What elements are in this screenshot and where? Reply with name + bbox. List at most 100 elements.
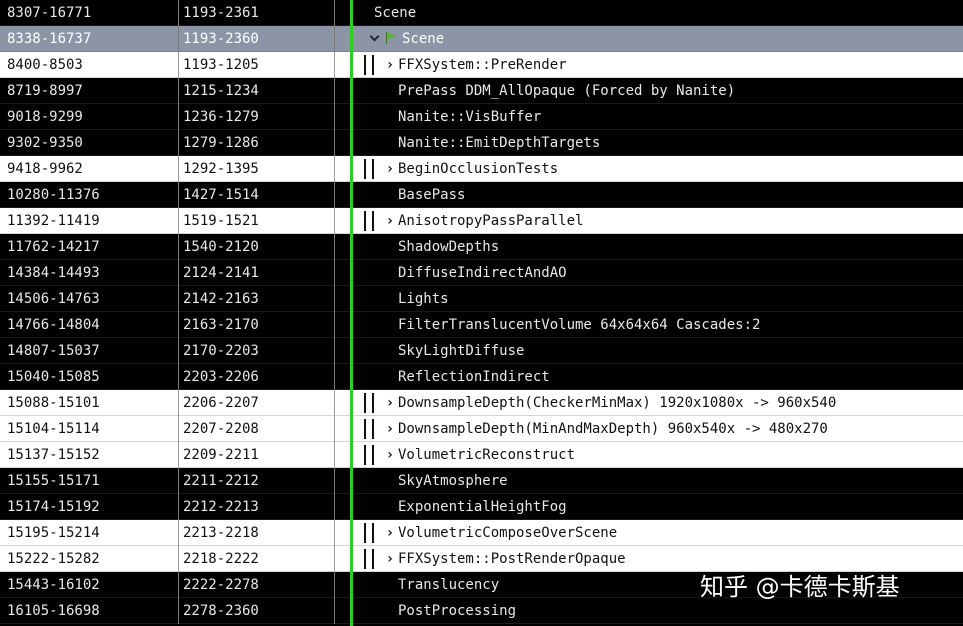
event-name: ExponentialHeightFog <box>398 494 963 520</box>
event-range-cell: 15174-15192 <box>0 494 179 520</box>
event-name-label: Lights <box>398 291 449 307</box>
event-name-label: DownsampleDepth(CheckerMinMax) 1920x1080… <box>398 395 837 411</box>
tree-row[interactable]: 14384-14493 2124-2141 DiffuseIndirectAndAO <box>0 260 963 286</box>
tree-row[interactable]: 9418-9962 1292-1395 › BeginOcclusionTests <box>0 156 963 182</box>
event-name-label: DiffuseIndirectAndAO <box>398 265 567 281</box>
event-range-cell: 15155-15171 <box>0 468 179 494</box>
tree-row[interactable]: 15040-15085 2203-2206 ReflectionIndirect <box>0 364 963 390</box>
tree-row[interactable]: 8719-8997 1215-1234 PrePass DDM_AllOpaque … <box>0 78 963 104</box>
event-name-label: ReflectionIndirect <box>398 369 550 385</box>
event-range-cell: 9418-9962 <box>0 156 179 182</box>
tree-row[interactable]: 11392-11419 1519-1521 › AnisotropyPassParal… <box>0 208 963 234</box>
draw-range-cell: 1215-1234 <box>179 78 335 104</box>
event-name: Nanite::VisBuffer <box>398 104 963 130</box>
event-name-label: VolumetricComposeOverScene <box>398 525 618 541</box>
event-name: ReflectionIndirect <box>398 364 963 390</box>
expand-arrow-icon[interactable]: › <box>385 52 395 78</box>
event-range-cell: 15195-15214 <box>0 520 179 546</box>
tree-row[interactable]: 14506-14763 2142-2163 Lights <box>0 286 963 312</box>
tree-row[interactable]: 14766-14804 2163-2170 FilterTranslucentVol… <box>0 312 963 338</box>
draw-range-cell: 1193-2361 <box>179 0 335 26</box>
timeline-marker-line <box>350 0 353 626</box>
event-name: › FFXSystem::PreRender <box>385 52 963 78</box>
expand-arrow-icon[interactable]: › <box>385 390 395 416</box>
expand-arrow-icon[interactable]: › <box>385 416 395 442</box>
event-name: Nanite::EmitDepthTargets <box>398 130 963 156</box>
event-name: › DownsampleDepth(CheckerMinMax) 1920x108… <box>385 390 963 416</box>
expand-arrow-icon[interactable]: › <box>385 520 395 546</box>
event-name-label: SkyLightDiffuse <box>398 343 525 359</box>
event-name-label: AnisotropyPassParallel <box>398 213 584 229</box>
tree-row[interactable]: 15104-15114 2207-2208 › DownsampleDepth(Min… <box>0 416 963 442</box>
tree-guide-bars <box>364 211 376 231</box>
tree-row[interactable]: 15088-15101 2206-2207 › DownsampleDepth(Che… <box>0 390 963 416</box>
event-name-label: Scene <box>374 5 417 21</box>
event-range-cell: 15222-15282 <box>0 546 179 572</box>
event-name-label: DownsampleDepth(MinAndMaxDepth) 960x540x… <box>398 421 828 437</box>
event-range-cell: 9302-9350 <box>0 130 179 156</box>
event-name-label: FilterTranslucentVolume 64x64x64 Cascade… <box>398 317 761 333</box>
tree-row[interactable]: 8307-16771 1193-2361 Scene <box>0 0 963 26</box>
tree-row[interactable]: 15137-15152 2209-2211 › VolumetricReconstru… <box>0 442 963 468</box>
event-name-label: FFXSystem::PreRender <box>398 57 567 73</box>
tree-row[interactable]: 15195-15214 2213-2218 › VolumetricComposeOv… <box>0 520 963 546</box>
event-range-cell: 11762-14217 <box>0 234 179 260</box>
event-name-label: ShadowDepths <box>398 239 500 255</box>
event-range-cell: 15040-15085 <box>0 364 179 390</box>
tree-row[interactable]: 15155-15171 2211-2212 SkyAtmosphere <box>0 468 963 494</box>
tree-row[interactable]: 15174-15192 2212-2213 ExponentialHeightFog <box>0 494 963 520</box>
draw-range-cell: 2142-2163 <box>179 286 335 312</box>
event-range-cell: 9018-9299 <box>0 104 179 130</box>
tree-guide-bars <box>364 523 376 543</box>
tree-row[interactable]: 9018-9299 1236-1279 Nanite::VisBuffer <box>0 104 963 130</box>
event-tree-view[interactable]: 8307-16771 1193-2361 Scene 8338-16737 1193-2… <box>0 0 963 626</box>
draw-range-cell: 2222-2278 <box>179 572 335 598</box>
tree-guide-bars <box>364 419 376 439</box>
draw-range-cell: 2211-2212 <box>179 468 335 494</box>
event-name: Scene <box>374 0 963 26</box>
draw-range-cell: 2124-2141 <box>179 260 335 286</box>
event-range-cell: 11392-11419 <box>0 208 179 234</box>
tree-row[interactable]: 10280-11376 1427-1514 BasePass <box>0 182 963 208</box>
event-range-cell: 15088-15101 <box>0 390 179 416</box>
tree-row[interactable]: 14807-15037 2170-2203 SkyLightDiffuse <box>0 338 963 364</box>
tree-row[interactable]: 8338-16737 1193-2360 Scene <box>0 26 963 52</box>
event-name: SkyAtmosphere <box>398 468 963 494</box>
tree-row[interactable]: 11762-14217 1540-2120 ShadowDepths <box>0 234 963 260</box>
event-name-label: BasePass <box>398 187 466 203</box>
expand-arrow-icon[interactable]: › <box>385 546 395 572</box>
event-name-label: PrePass DDM_AllOpaque (Forced by Nanite) <box>398 83 736 99</box>
event-range-cell: 10280-11376 <box>0 182 179 208</box>
expand-arrow-icon[interactable]: › <box>385 442 395 468</box>
draw-range-cell: 2218-2222 <box>179 546 335 572</box>
event-name-label: VolumetricReconstruct <box>398 447 576 463</box>
event-range-cell: 14506-14763 <box>0 286 179 312</box>
flag-icon <box>385 32 397 44</box>
draw-range-cell: 2209-2211 <box>179 442 335 468</box>
event-name: FilterTranslucentVolume 64x64x64 Cascade… <box>398 312 963 338</box>
event-name: Lights <box>398 286 963 312</box>
draw-range-cell: 2203-2206 <box>179 364 335 390</box>
tree-row[interactable]: 8400-8503 1193-1205 › FFXSystem::PreRender <box>0 52 963 78</box>
event-name: › VolumetricReconstruct <box>385 442 963 468</box>
tree-guide-bars <box>364 393 376 413</box>
tree-row[interactable]: 9302-9350 1279-1286 Nanite::EmitDepthTarge… <box>0 130 963 156</box>
draw-range-cell: 1292-1395 <box>179 156 335 182</box>
event-range-cell: 14384-14493 <box>0 260 179 286</box>
expand-arrow-icon[interactable]: › <box>385 208 395 234</box>
draw-range-cell: 2170-2203 <box>179 338 335 364</box>
draw-range-cell: 2212-2213 <box>179 494 335 520</box>
draw-range-cell: 2213-2218 <box>179 520 335 546</box>
event-name: BasePass <box>398 182 963 208</box>
event-name-label: PostProcessing <box>398 603 517 619</box>
watermark: 知乎 @卡德卡斯基 <box>700 573 900 601</box>
collapse-chevron-icon[interactable] <box>370 33 380 43</box>
tree-guide-bars <box>364 159 376 179</box>
event-name-label: FFXSystem::PostRenderOpaque <box>398 551 626 567</box>
event-name: PrePass DDM_AllOpaque (Forced by Nanite) <box>398 78 963 104</box>
event-name-label: Nanite::VisBuffer <box>398 109 542 125</box>
event-range-cell: 8338-16737 <box>0 26 179 52</box>
event-name: › DownsampleDepth(MinAndMaxDepth) 960x540… <box>385 416 963 442</box>
tree-row[interactable]: 15222-15282 2218-2222 › FFXSystem::PostRend… <box>0 546 963 572</box>
expand-arrow-icon[interactable]: › <box>385 156 395 182</box>
